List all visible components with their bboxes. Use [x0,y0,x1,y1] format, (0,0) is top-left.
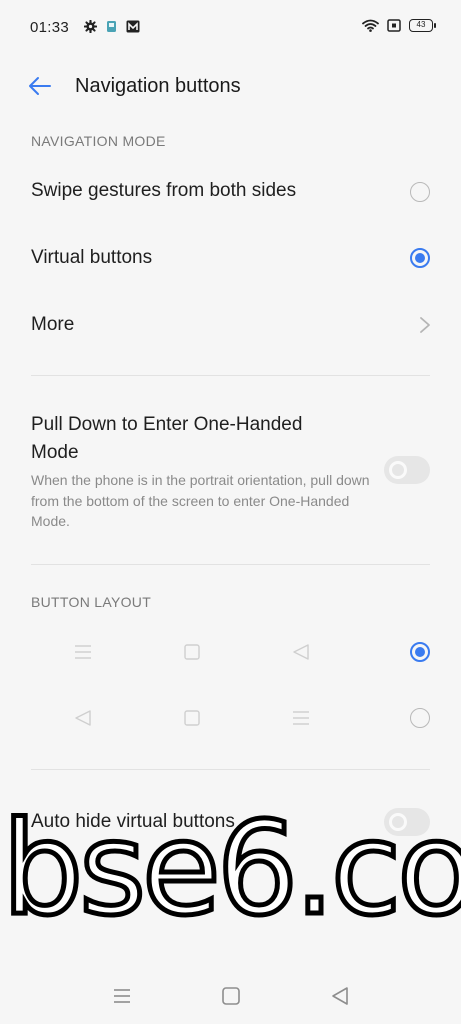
one-handed-mode-title: Pull Down to Enter One-Handed Mode [31,414,303,463]
button-layout-option-2[interactable] [0,693,461,743]
back-triangle-icon [75,710,91,726]
toggle-knob [389,813,407,831]
option-label: Virtual buttons [31,247,153,268]
menu-icon[interactable] [111,986,133,1006]
sim-icon [387,19,401,32]
status-time: 01:33 [30,19,70,36]
section-header-navigation-mode: NAVIGATION MODE [31,133,166,149]
status-icons-left [84,20,140,33]
radio-swipe-gestures[interactable] [410,182,430,202]
settings-gear-icon [84,20,97,33]
back-triangle-icon[interactable] [329,986,351,1006]
divider [31,564,430,565]
auto-hide-label: Auto hide virtual buttons [31,811,235,832]
divider [31,375,430,376]
mail-icon [126,20,140,33]
one-handed-mode-toggle[interactable] [384,456,430,484]
button-layout-option-1[interactable] [0,627,461,677]
more-label: More [31,314,75,335]
back-arrow-icon [29,77,51,95]
app-bar: Navigation buttons [0,64,461,108]
option-label: Swipe gestures from both sides [31,180,297,201]
one-handed-mode-row[interactable]: Pull Down to Enter One-Handed Mode When … [0,400,461,550]
divider [31,769,430,770]
system-navigation-bar [0,968,461,1024]
option-virtual-buttons[interactable]: Virtual buttons [0,232,461,288]
status-bar: 01:33 43 [0,0,461,56]
radio-virtual-buttons[interactable] [410,248,430,268]
wifi-icon [362,19,379,32]
home-square-icon [184,644,200,660]
back-triangle-icon [293,644,309,660]
status-icons-right: 43 [362,19,436,32]
radio-button-layout-1[interactable] [410,642,430,662]
menu-icon [75,645,91,659]
home-square-icon[interactable] [220,986,242,1006]
more-row[interactable]: More [0,298,461,354]
one-handed-mode-description: When the phone is in the portrait orient… [31,472,370,529]
auto-hide-toggle[interactable] [384,808,430,836]
toggle-knob [389,461,407,479]
app-notification-icon [107,21,116,32]
section-header-button-layout: BUTTON LAYOUT [31,594,152,610]
menu-icon [293,711,309,725]
page-title: Navigation buttons [75,75,241,97]
radio-button-layout-2[interactable] [410,708,430,728]
home-square-icon [184,710,200,726]
battery-icon: 43 [409,19,436,32]
option-swipe-gestures[interactable]: Swipe gestures from both sides [0,166,461,222]
battery-level: 43 [416,20,426,29]
chevron-right-icon [420,317,430,333]
auto-hide-row[interactable]: Auto hide virtual buttons [0,795,461,851]
back-button[interactable] [22,70,58,102]
